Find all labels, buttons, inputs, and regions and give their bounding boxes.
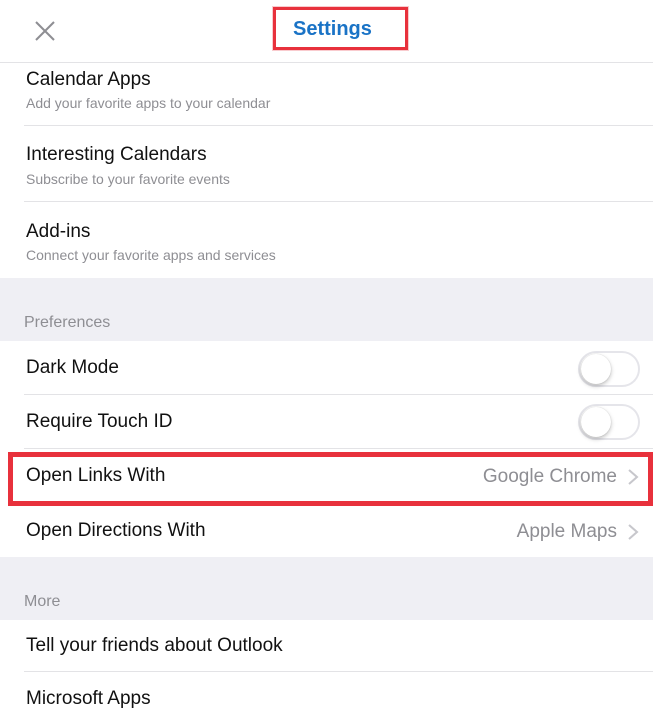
toggle-knob — [581, 354, 611, 384]
section-header-preferences: Preferences — [0, 278, 653, 341]
close-icon — [35, 21, 55, 41]
row-subtitle: Add your favorite apps to your calendar — [26, 95, 271, 111]
row-subtitle: Connect your favorite apps and services — [26, 247, 276, 263]
chevron-right-icon — [628, 524, 639, 540]
page-title: Settings — [293, 18, 372, 40]
row-title: Microsoft Apps — [26, 688, 151, 709]
section-label: Preferences — [24, 314, 111, 331]
row-title: Dark Mode — [26, 357, 119, 378]
dark-mode-toggle[interactable] — [578, 351, 640, 387]
row-microsoft-apps[interactable]: Microsoft Apps — [0, 672, 653, 725]
section-header-more: More — [0, 557, 653, 620]
row-require-touch-id: Require Touch ID — [0, 395, 653, 449]
row-value: Google Chrome — [482, 466, 617, 487]
toggle-knob — [581, 407, 611, 437]
row-title: Tell your friends about Outlook — [26, 635, 283, 656]
row-title: Open Directions With — [26, 520, 206, 541]
row-title: Calendar Apps — [26, 69, 151, 90]
row-title: Interesting Calendars — [26, 144, 207, 165]
row-tell-friends[interactable]: Tell your friends about Outlook — [0, 620, 653, 672]
row-calendar-apps[interactable]: Calendar Apps Add your favorite apps to … — [0, 63, 653, 126]
row-dark-mode: Dark Mode — [0, 341, 653, 395]
row-interesting-calendars[interactable]: Interesting Calendars Subscribe to your … — [0, 126, 653, 202]
row-subtitle: Subscribe to your favorite events — [26, 171, 230, 187]
row-add-ins[interactable]: Add-ins Connect your favorite apps and s… — [0, 202, 653, 278]
row-value: Apple Maps — [516, 521, 617, 542]
touch-id-toggle[interactable] — [578, 404, 640, 440]
nav-header: Settings — [0, 0, 653, 62]
section-label: More — [24, 593, 61, 610]
row-open-directions-with[interactable]: Open Directions With Apple Maps — [0, 503, 653, 557]
row-title: Require Touch ID — [26, 411, 173, 432]
row-open-links-with[interactable]: Open Links With Google Chrome — [0, 449, 653, 503]
row-title: Open Links With — [26, 465, 166, 486]
close-button[interactable] — [30, 16, 60, 46]
row-title: Add-ins — [26, 221, 91, 242]
chevron-right-icon — [628, 469, 639, 485]
